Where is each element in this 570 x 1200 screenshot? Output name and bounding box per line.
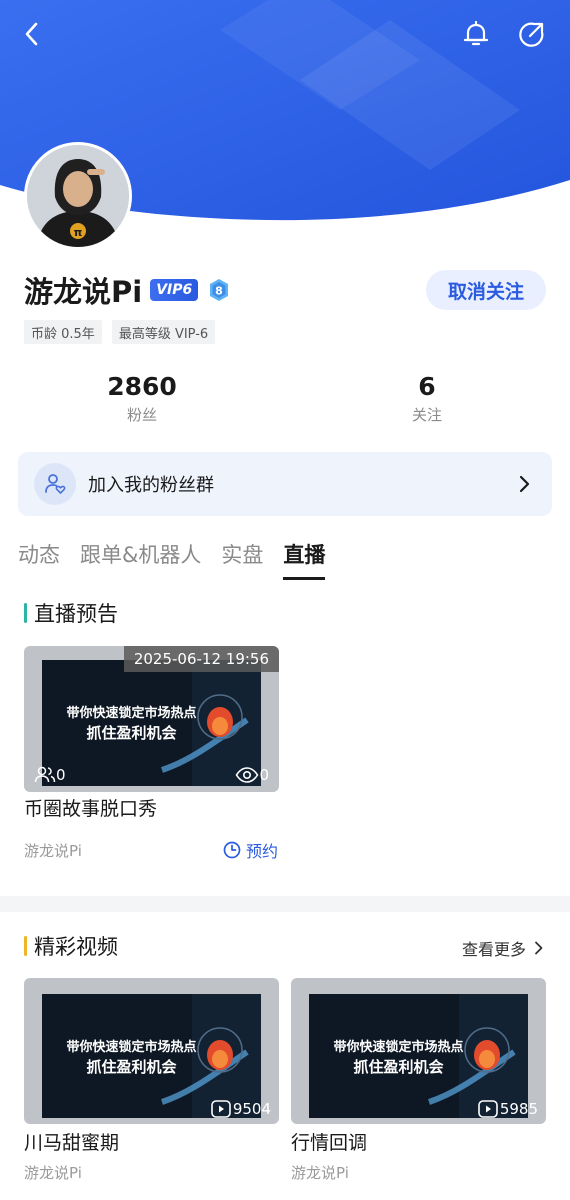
fan-group-label: 加入我的粉丝群 [88, 475, 214, 496]
chevron-left-icon [25, 22, 38, 46]
video-play-count-value: 9504 [232, 1100, 271, 1118]
video-card[interactable]: 带你快速锁定市场热点 抓住盈利机会 9504 [24, 978, 279, 1124]
following-count: 6 [418, 372, 436, 401]
see-more-link[interactable]: 查看更多 [462, 936, 546, 960]
reserve-label: 预约 [246, 842, 279, 861]
avatar-image: π [27, 145, 129, 247]
video-play-count-value: 5985 [499, 1100, 538, 1118]
chevron-right-icon [535, 941, 543, 955]
live-views-count: 0 [259, 766, 269, 784]
tab-posts[interactable]: 动态 [18, 530, 60, 578]
coin-age-tag: 币龄 0.5年 [24, 320, 102, 344]
back-button[interactable] [14, 16, 50, 52]
notification-button[interactable] [458, 16, 494, 52]
tab-live[interactable]: 直播 [283, 530, 326, 580]
fan-group-icon [34, 463, 76, 505]
share-button[interactable] [514, 16, 550, 52]
play-icon [211, 1100, 231, 1118]
vip-badge: VIP6 [150, 279, 199, 301]
svg-text:π: π [74, 226, 83, 239]
users-icon [34, 766, 56, 783]
live-preview-section-title: 直播预告 [24, 599, 118, 627]
fans-stat[interactable]: 2860 粉丝 [62, 370, 222, 426]
top-bar [0, 14, 570, 54]
level-badge: 8 [208, 278, 230, 302]
live-card-title[interactable]: 币圈故事脱口秀 [24, 794, 157, 821]
live-card-author[interactable]: 游龙说Pi [24, 840, 82, 861]
play-icon [478, 1100, 498, 1118]
section-accent-bar [24, 936, 27, 956]
user-name: 游龙说Pi [24, 275, 143, 309]
live-schedule-time: 2025-06-12 19:56 [123, 646, 279, 672]
avatar[interactable]: π [24, 142, 132, 250]
thumbnail-headline: 带你快速锁定市场热点 [66, 706, 197, 721]
tab-real-trading[interactable]: 实盘 [221, 530, 263, 578]
fans-label: 粉丝 [126, 406, 157, 424]
max-level-tag: 最高等级 VIP-6 [111, 320, 216, 344]
profile-tabs: 动态 跟单&机器人 实盘 直播 [18, 530, 326, 582]
see-more-label: 查看更多 [461, 940, 526, 959]
featured-videos-title: 精彩视频 [34, 935, 118, 959]
thumbnail-subheadline: 抓住盈利机会 [86, 724, 177, 742]
live-viewers: 0 [34, 766, 66, 784]
profile-stats: 2860 粉丝 6 关注 [0, 370, 570, 430]
video-author[interactable]: 游龙说Pi [24, 1162, 82, 1183]
live-viewers-count: 0 [56, 766, 66, 784]
profile-name-row: 游龙说Pi VIP6 8 [24, 268, 230, 312]
unfollow-button[interactable]: 取消关注 [426, 270, 546, 310]
chevron-right-icon [514, 474, 534, 494]
featured-videos-section-title: 精彩视频 [24, 932, 118, 960]
thumbnail-subheadline: 抓住盈利机会 [353, 1058, 444, 1076]
video-title[interactable]: 行情回调 [291, 1128, 367, 1155]
level-number: 8 [215, 285, 223, 298]
live-preview-title: 直播预告 [34, 602, 118, 626]
eye-icon [236, 767, 259, 783]
video-card[interactable]: 带你快速锁定市场热点 抓住盈利机会 5985 [291, 978, 546, 1124]
fans-count: 2860 [107, 372, 177, 401]
following-stat[interactable]: 6 关注 [347, 370, 507, 426]
reserve-button[interactable]: 预约 [222, 838, 278, 862]
live-thumbnail: 带你快速锁定市场热点 抓住盈利机会 [42, 660, 261, 786]
thumbnail-headline: 带你快速锁定市场热点 [333, 1040, 464, 1055]
section-divider [0, 896, 570, 912]
bell-icon [463, 20, 489, 46]
live-preview-card[interactable]: 带你快速锁定市场热点 抓住盈利机会 2025-06-12 19:56 0 0 [24, 646, 279, 792]
share-icon [519, 22, 544, 47]
live-views: 0 [235, 766, 269, 784]
following-label: 关注 [411, 406, 442, 424]
clock-icon [223, 841, 241, 859]
video-title[interactable]: 川马甜蜜期 [24, 1128, 119, 1155]
tab-copy-trading-bots[interactable]: 跟单&机器人 [80, 530, 201, 578]
join-fan-group-banner[interactable]: 加入我的粉丝群 [18, 452, 552, 516]
section-accent-bar [24, 603, 27, 623]
video-play-count: 9504 [211, 1100, 271, 1118]
profile-tags: 币龄 0.5年 最高等级 VIP-6 [24, 320, 216, 344]
thumbnail-subheadline: 抓住盈利机会 [86, 1058, 177, 1076]
video-author[interactable]: 游龙说Pi [291, 1162, 349, 1183]
thumbnail-headline: 带你快速锁定市场热点 [66, 1040, 197, 1055]
video-play-count: 5985 [478, 1100, 538, 1118]
